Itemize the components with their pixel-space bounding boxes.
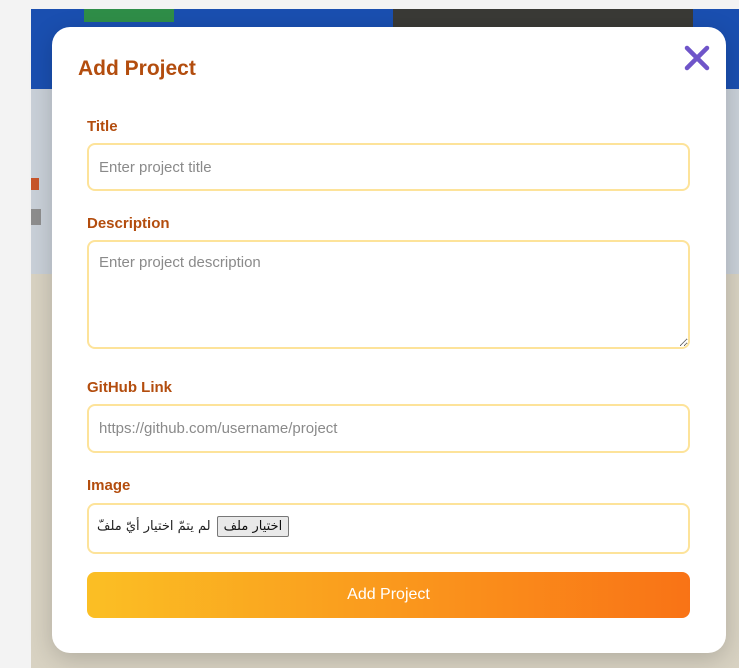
close-button[interactable]: [682, 43, 712, 73]
background-header-badge: [84, 9, 174, 22]
modal-title: Add Project: [78, 57, 196, 80]
github-link-input[interactable]: [87, 404, 690, 453]
file-status-text: لم يتمّ اختيار أيّ ملفّ: [97, 519, 211, 534]
add-project-modal: Add Project Title Description GitHub Lin…: [52, 27, 726, 653]
image-label: Image: [87, 477, 131, 494]
title-input[interactable]: [87, 143, 690, 191]
background-accent: [31, 178, 39, 190]
background-top-strip: [31, 0, 739, 9]
close-icon: [684, 45, 710, 71]
add-project-button[interactable]: Add Project: [87, 572, 690, 618]
title-label: Title: [87, 118, 118, 135]
image-file-input: اختيار ملف لم يتمّ اختيار أيّ ملفّ: [87, 503, 690, 554]
github-link-label: GitHub Link: [87, 379, 172, 396]
description-input[interactable]: [87, 240, 690, 349]
choose-file-button[interactable]: اختيار ملف: [216, 516, 290, 537]
background-accent-2: [31, 209, 41, 225]
file-input-row: اختيار ملف لم يتمّ اختيار أيّ ملفّ: [97, 516, 290, 537]
description-label: Description: [87, 215, 170, 232]
